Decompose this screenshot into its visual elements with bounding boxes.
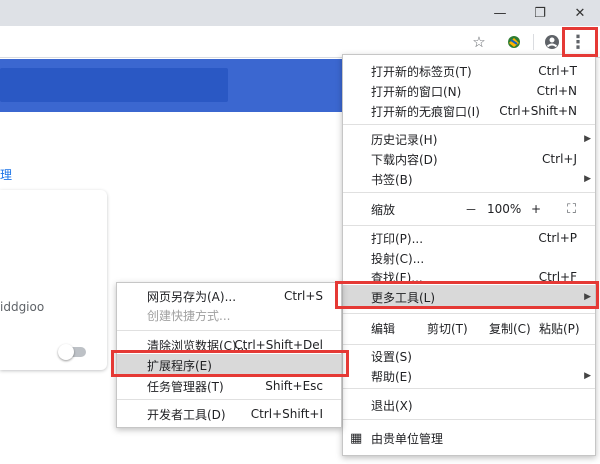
menu-item-label: 设置(S) xyxy=(371,349,412,364)
menu-item-label: 打开新的标签页(T) xyxy=(371,64,472,79)
menu-separator xyxy=(343,192,595,193)
building-icon: ▦ xyxy=(350,430,363,446)
menu-item-new-tab[interactable]: 打开新的标签页(T) Ctrl+T xyxy=(343,61,595,81)
menu-item-settings[interactable]: 设置(S) xyxy=(343,346,595,366)
menu-item-shortcut: Ctrl+S xyxy=(283,289,323,303)
menu-item-incognito[interactable]: 打开新的无痕窗口(I) Ctrl+Shift+N xyxy=(343,101,595,121)
menu-item-shortcut: Ctrl+N xyxy=(536,84,577,98)
menu-item-shortcut: Ctrl+P xyxy=(538,231,577,245)
highlight-box-menu-button xyxy=(562,27,598,57)
bookmark-star-icon[interactable]: ☆ xyxy=(467,30,491,54)
menu-item-label: 打开新的无痕窗口(I) xyxy=(371,104,480,119)
menu-item-shortcut: Ctrl+Shift+I xyxy=(250,407,323,421)
submenu-arrow-icon: ▶ xyxy=(584,174,591,184)
cut-button[interactable]: 剪切(T) xyxy=(427,320,468,337)
menu-item-shortcut: Ctrl+J xyxy=(542,152,577,166)
menu-item-task-manager[interactable]: 任务管理器(T) Shift+Esc xyxy=(117,376,341,396)
extension-icon[interactable] xyxy=(502,30,526,54)
menu-item-label: 历史记录(H) xyxy=(371,132,438,147)
menu-separator xyxy=(343,124,595,125)
paste-button[interactable]: 粘贴(P) xyxy=(539,320,580,337)
extension-globe-icon xyxy=(508,36,520,48)
submenu-arrow-icon: ▶ xyxy=(584,371,591,381)
menu-item-save-page[interactable]: 网页另存为(A)... Ctrl+S xyxy=(117,286,341,306)
restore-button[interactable]: ❐ xyxy=(520,0,560,26)
menu-item-new-window[interactable]: 打开新的窗口(N) Ctrl+N xyxy=(343,81,595,101)
menu-item-label: 退出(X) xyxy=(371,398,413,413)
menu-item-label: 下载内容(D) xyxy=(371,152,438,167)
menu-item-label: 投射(C)... xyxy=(371,251,425,266)
menu-item-print[interactable]: 打印(P)... Ctrl+P xyxy=(343,228,595,248)
menu-item-label: 帮助(E) xyxy=(371,369,412,384)
menu-item-bookmarks[interactable]: 书签(B) ▶ xyxy=(343,169,595,189)
menu-item-edit-row: 编辑 剪切(T) 复制(C) 粘贴(P) xyxy=(343,317,595,339)
menu-item-exit[interactable]: 退出(X) xyxy=(343,395,595,415)
zoom-out-button[interactable]: － xyxy=(465,201,477,218)
toggle-knob xyxy=(58,344,74,360)
account-circle-icon xyxy=(545,35,559,49)
chrome-main-menu: 打开新的标签页(T) Ctrl+T 打开新的窗口(N) Ctrl+N 打开新的无… xyxy=(342,54,596,456)
extensions-page-header xyxy=(0,59,345,112)
menu-item-label: 打印(P)... xyxy=(371,231,424,246)
submenu-arrow-icon: ▶ xyxy=(584,134,591,144)
fullscreen-icon[interactable]: ⛶ xyxy=(567,202,576,217)
menu-separator xyxy=(343,313,595,314)
window-titlebar: — ❐ ✕ xyxy=(0,0,600,26)
menu-separator xyxy=(343,388,595,389)
close-button[interactable]: ✕ xyxy=(560,0,600,26)
extension-enable-toggle[interactable] xyxy=(58,344,86,360)
menu-item-label: 网页另存为(A)... xyxy=(147,289,237,304)
zoom-label: 缩放 xyxy=(371,202,396,217)
highlight-box-more-tools xyxy=(335,281,599,309)
menu-separator xyxy=(343,419,595,420)
menu-separator xyxy=(343,225,595,226)
menu-item-label: 书签(B) xyxy=(371,172,413,187)
menu-item-help[interactable]: 帮助(E) ▶ xyxy=(343,366,595,386)
menu-item-label: 由贵单位管理 xyxy=(371,431,444,446)
highlight-box-extensions xyxy=(111,350,349,377)
menu-separator xyxy=(343,344,595,345)
menu-item-label: 任务管理器(T) xyxy=(147,379,224,394)
manage-link[interactable]: 理 xyxy=(0,166,12,183)
search-bar[interactable] xyxy=(0,68,228,102)
menu-item-downloads[interactable]: 下载内容(D) Ctrl+J xyxy=(343,149,595,169)
menu-item-dev-tools[interactable]: 开发者工具(D) Ctrl+Shift+I xyxy=(117,404,341,424)
menu-item-shortcut: Ctrl+T xyxy=(538,64,577,78)
menu-item-history[interactable]: 历史记录(H) ▶ xyxy=(343,129,595,149)
menu-item-create-shortcut: 创建快捷方式... xyxy=(117,305,341,325)
menu-item-label: 打开新的窗口(N) xyxy=(371,84,462,99)
menu-item-label: 开发者工具(D) xyxy=(147,407,226,422)
toolbar-divider xyxy=(533,34,534,50)
profile-avatar-icon[interactable] xyxy=(540,30,564,54)
menu-item-label: 创建快捷方式... xyxy=(147,308,231,323)
menu-separator xyxy=(117,330,341,331)
menu-item-cast[interactable]: 投射(C)... xyxy=(343,248,595,268)
menu-item-shortcut: Ctrl+Shift+N xyxy=(499,104,577,118)
menu-separator xyxy=(117,399,341,400)
zoom-value: 100% xyxy=(487,202,522,216)
menu-item-zoom: 缩放 － 100% + ⛶ xyxy=(343,198,595,220)
zoom-in-button[interactable]: + xyxy=(531,202,541,216)
menu-item-shortcut: Shift+Esc xyxy=(265,379,323,393)
copy-button[interactable]: 复制(C) xyxy=(489,320,531,337)
minimize-button[interactable]: — xyxy=(480,0,520,26)
edit-label: 编辑 xyxy=(371,321,396,336)
extension-card: iddgioo xyxy=(0,190,107,370)
menu-item-managed[interactable]: ▦ 由贵单位管理 xyxy=(343,428,595,448)
extension-id-text: iddgioo xyxy=(0,300,45,314)
